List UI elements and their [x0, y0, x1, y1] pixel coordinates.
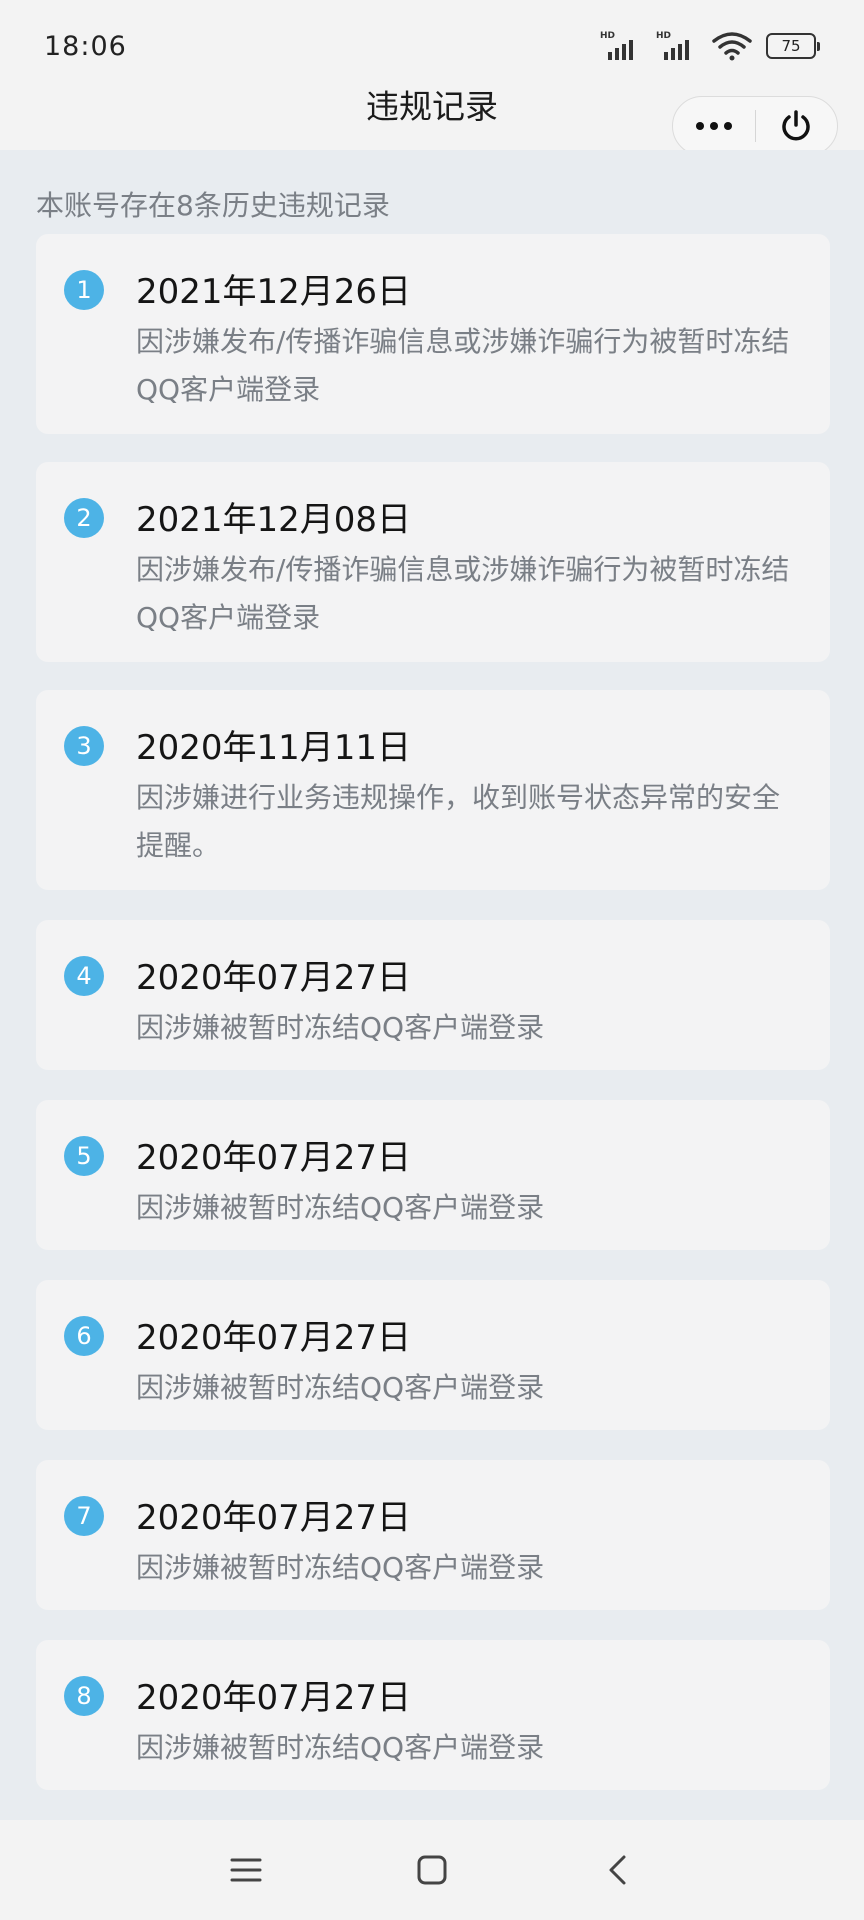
record-card: 7 2020年07月27日 因涉嫌被暂时冻结QQ客户端登录	[36, 1460, 830, 1610]
menu-icon	[230, 1858, 262, 1882]
status-time: 18:06	[44, 30, 127, 62]
record-number-badge: 5	[64, 1136, 104, 1176]
back-chevron-icon	[609, 1855, 626, 1885]
records-summary: 本账号存在8条历史违规记录	[36, 189, 390, 222]
record-number-badge: 2	[64, 498, 104, 538]
record-date: 2021年12月08日	[136, 500, 412, 540]
record-number-badge: 3	[64, 726, 104, 766]
more-dots-icon	[695, 122, 732, 130]
record-description: 因涉嫌被暂时冻结QQ客户端登录	[136, 1011, 545, 1044]
record-number-badge: 7	[64, 1496, 104, 1536]
close-button[interactable]	[756, 97, 838, 155]
record-card: 8 2020年07月27日 因涉嫌被暂时冻结QQ客户端登录	[36, 1640, 830, 1790]
record-card: 2 2021年12月08日 因涉嫌发布/传播诈骗信息或涉嫌诈骗行为被暂时冻结QQ…	[36, 462, 830, 662]
record-number-badge: 6	[64, 1316, 104, 1356]
power-icon	[782, 110, 810, 141]
record-number-badge: 8	[64, 1676, 104, 1716]
record-description: 因涉嫌被暂时冻结QQ客户端登录	[136, 1371, 545, 1404]
battery-icon: 75	[766, 33, 820, 59]
record-description: 因涉嫌发布/传播诈骗信息或涉嫌诈骗行为被暂时冻结QQ客户端登录	[136, 325, 790, 406]
record-card: 5 2020年07月27日 因涉嫌被暂时冻结QQ客户端登录	[36, 1100, 830, 1250]
nav-menu-button[interactable]	[218, 1842, 274, 1898]
record-description: 因涉嫌被暂时冻结QQ客户端登录	[136, 1731, 545, 1764]
nav-home-button[interactable]	[404, 1842, 460, 1898]
record-number-badge: 4	[64, 956, 104, 996]
battery-level: 75	[781, 37, 801, 55]
nav-back-button[interactable]	[590, 1842, 646, 1898]
status-bar: 18:06 HD HD 75	[0, 0, 864, 92]
record-date: 2020年11月11日	[136, 728, 412, 768]
record-card: 3 2020年11月11日 因涉嫌进行业务违规操作，收到账号状态异常的安全提醒。	[36, 690, 830, 890]
record-date: 2020年07月27日	[136, 1318, 412, 1358]
record-date: 2020年07月27日	[136, 1678, 412, 1718]
record-description: 因涉嫌进行业务违规操作，收到账号状态异常的安全提醒。	[136, 781, 781, 862]
home-square-icon	[417, 1855, 447, 1885]
record-date: 2020年07月27日	[136, 1498, 412, 1538]
title-bar: 违规记录	[0, 90, 864, 156]
record-card: 4 2020年07月27日 因涉嫌被暂时冻结QQ客户端登录	[36, 920, 830, 1070]
signal-icon-2: HD	[656, 32, 698, 60]
system-nav-bar	[0, 1820, 864, 1920]
wifi-icon	[712, 32, 752, 61]
record-card: 1 2021年12月26日 因涉嫌发布/传播诈骗信息或涉嫌诈骗行为被暂时冻结QQ…	[36, 234, 830, 434]
mini-program-capsule	[672, 96, 838, 156]
record-description: 因涉嫌被暂时冻结QQ客户端登录	[136, 1191, 545, 1224]
screen: 18:06 HD HD 75 违规记录 本账号存在8条历史违规记录 1 2021…	[0, 0, 864, 1920]
record-card: 6 2020年07月27日 因涉嫌被暂时冻结QQ客户端登录	[36, 1280, 830, 1430]
signal-icon: HD	[600, 32, 642, 60]
more-button[interactable]	[673, 97, 755, 155]
records-content[interactable]: 本账号存在8条历史违规记录 1 2021年12月26日 因涉嫌发布/传播诈骗信息…	[0, 150, 864, 1820]
record-date: 2020年07月27日	[136, 1138, 412, 1178]
status-icons: HD HD 75	[600, 31, 820, 61]
record-date: 2020年07月27日	[136, 958, 412, 998]
record-number-badge: 1	[64, 270, 104, 310]
record-date: 2021年12月26日	[136, 272, 412, 312]
record-description: 因涉嫌被暂时冻结QQ客户端登录	[136, 1551, 545, 1584]
record-description: 因涉嫌发布/传播诈骗信息或涉嫌诈骗行为被暂时冻结QQ客户端登录	[136, 553, 790, 634]
